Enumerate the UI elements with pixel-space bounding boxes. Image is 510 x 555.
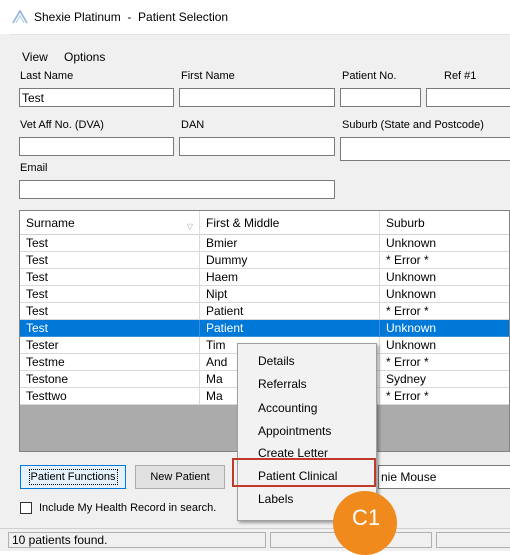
email-label: Email (20, 162, 48, 174)
menu-view[interactable]: View (22, 50, 48, 64)
status-panel-3 (436, 532, 510, 548)
dan-input[interactable] (179, 137, 335, 156)
table-row[interactable]: Test Dummy * Error * (20, 252, 509, 269)
cell-first-middle: Dummy (200, 252, 380, 269)
table-row[interactable]: Test Nipt Unknown (20, 286, 509, 303)
suburb-input[interactable] (340, 137, 510, 161)
patient-no-label: Patient No. (342, 70, 397, 82)
vet-aff-label: Vet Aff No. (DVA) (20, 119, 104, 131)
cell-first-middle: Patient (200, 303, 380, 320)
cell-first-middle: Bmier (200, 235, 380, 252)
suburb-label: Suburb (State and Postcode) (342, 119, 484, 131)
first-name-label: First Name (181, 70, 235, 82)
cell-first-middle: Haem (200, 269, 380, 286)
menu-item-appointments[interactable]: Appointments (258, 424, 331, 438)
cell-surname: Testone (20, 371, 200, 388)
cell-suburb: * Error * (380, 252, 509, 269)
cell-surname: Test (20, 252, 200, 269)
status-bar: 10 patients found. (0, 528, 510, 551)
menu-item-details[interactable]: Details (258, 354, 295, 368)
cell-first-middle: Nipt (200, 286, 380, 303)
menu-bar: View Options (0, 50, 510, 68)
column-header-surname[interactable]: Surname ▽ (20, 211, 200, 235)
cell-surname: Test (20, 286, 200, 303)
table-row[interactable]: Test Patient * Error * (20, 303, 509, 320)
status-text: 10 patients found. (8, 532, 266, 548)
dan-label: DAN (181, 119, 205, 131)
cell-suburb: * Error * (380, 388, 509, 405)
cell-suburb: Unknown (380, 320, 509, 337)
menu-options[interactable]: Options (64, 50, 105, 64)
column-header-suburb[interactable]: Suburb (380, 211, 509, 235)
cell-first-middle: Patient (200, 320, 380, 337)
cell-surname: Testtwo (20, 388, 200, 405)
menu-item-accounting[interactable]: Accounting (258, 401, 317, 415)
cell-surname: Test (20, 303, 200, 320)
ref1-input[interactable] (426, 88, 510, 107)
include-mhr-checkbox[interactable] (20, 502, 32, 514)
table-row-selected[interactable]: Test Patient Unknown (20, 320, 509, 337)
callout-badge: C1 (333, 491, 397, 555)
cell-suburb: Sydney (380, 371, 509, 388)
table-row[interactable]: Test Bmier Unknown (20, 235, 509, 252)
menu-item-labels[interactable]: Labels (258, 492, 293, 506)
cell-suburb: Unknown (380, 286, 509, 303)
new-patient-button[interactable]: New Patient (135, 465, 225, 489)
cell-suburb: * Error * (380, 303, 509, 320)
cell-suburb: Unknown (380, 269, 509, 286)
menu-item-referrals[interactable]: Referrals (258, 377, 307, 391)
cell-suburb: Unknown (380, 337, 509, 354)
include-mhr-label: Include My Health Record in search. (39, 502, 217, 514)
first-name-input[interactable] (179, 88, 335, 107)
patient-selection-window: Shexie Platinum - Patient Selection View… (0, 0, 510, 555)
app-logo-icon (12, 10, 28, 24)
table-row[interactable]: Test Haem Unknown (20, 269, 509, 286)
grid-header: Surname ▽ First & Middle Suburb (20, 211, 509, 235)
title-bar: Shexie Platinum - Patient Selection (0, 0, 510, 35)
cell-surname: Test (20, 269, 200, 286)
last-name-label: Last Name (20, 70, 74, 82)
column-header-first-middle[interactable]: First & Middle (200, 211, 380, 235)
window-title: Shexie Platinum - Patient Selection (34, 10, 229, 24)
user-field[interactable]: nie Mouse (378, 465, 510, 489)
ref1-label: Ref #1 (444, 70, 477, 82)
patient-no-input[interactable] (340, 88, 421, 107)
last-name-input[interactable]: Test (19, 88, 174, 107)
vet-aff-input[interactable] (19, 137, 174, 156)
highlight-box (232, 458, 376, 487)
cell-suburb: * Error * (380, 354, 509, 371)
patient-functions-button[interactable]: Patient Functions (20, 465, 126, 489)
cell-suburb: Unknown (380, 235, 509, 252)
email-input[interactable] (19, 180, 335, 199)
cell-surname: Test (20, 320, 200, 337)
cell-surname: Test (20, 235, 200, 252)
cell-surname: Tester (20, 337, 200, 354)
cell-surname: Testme (20, 354, 200, 371)
